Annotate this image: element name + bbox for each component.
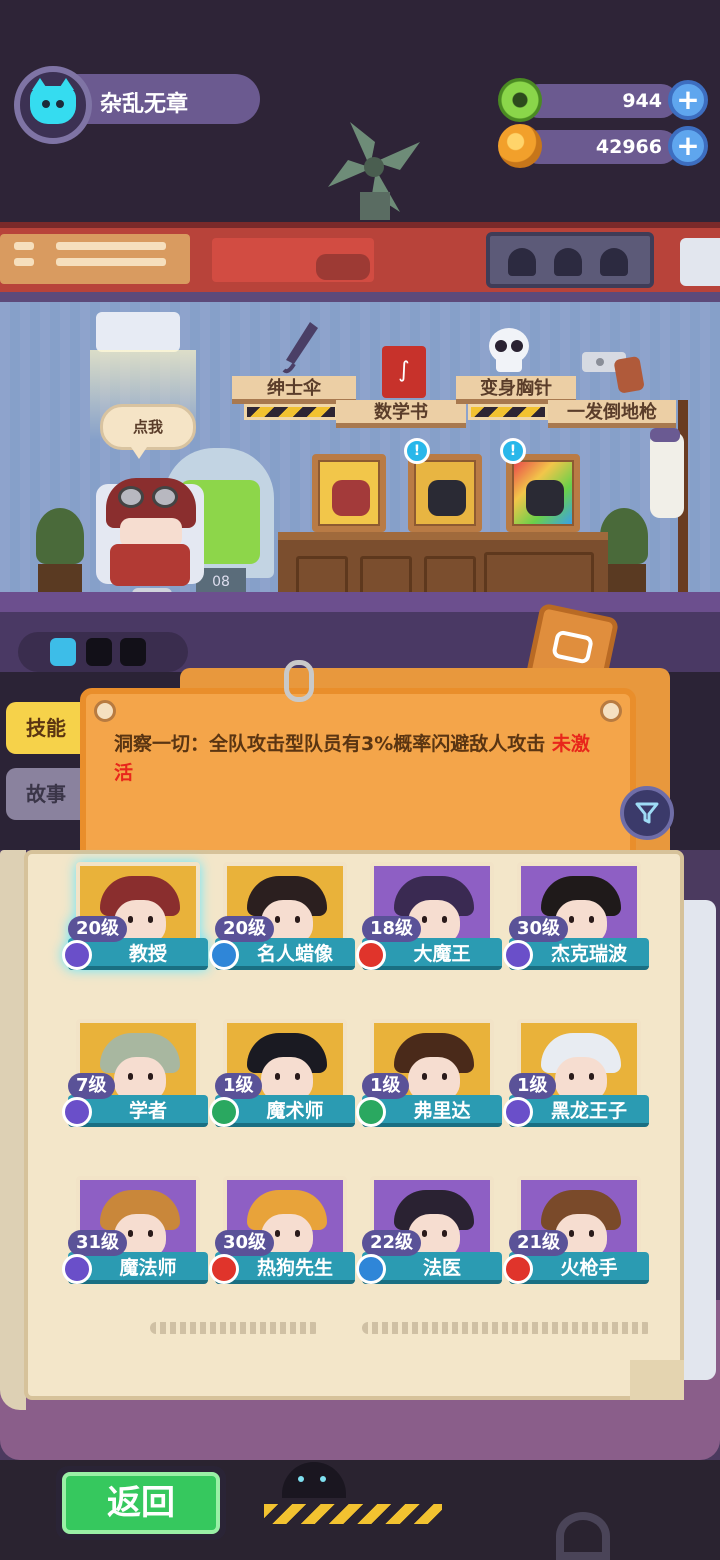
cyan-cat-icon[interactable] xyxy=(14,66,92,144)
filter-button[interactable] xyxy=(620,786,674,840)
tab-story[interactable]: 故事 xyxy=(6,768,90,820)
orange-planet-icon xyxy=(498,124,542,168)
hero-card[interactable]: 学者 7级 xyxy=(62,1019,208,1147)
purple-shield-icon xyxy=(503,1097,533,1127)
gear-icon xyxy=(556,1512,610,1560)
pin-icon xyxy=(94,700,116,722)
portrait-frame-1[interactable] xyxy=(312,454,386,532)
blurred-text xyxy=(362,1322,652,1334)
purple-hex-icon xyxy=(62,940,92,970)
hero-level: 18级 xyxy=(362,916,422,942)
projector-icon xyxy=(96,312,180,352)
hero-level: 1级 xyxy=(362,1073,409,1099)
hero-level: 1级 xyxy=(215,1073,262,1099)
add-coin-button[interactable]: + xyxy=(668,126,708,166)
back-button-label: 返回 xyxy=(62,1472,220,1534)
skull-icon xyxy=(489,328,529,372)
hero-level: 30级 xyxy=(509,916,569,942)
gem-count: 944 xyxy=(622,90,662,112)
page-fold xyxy=(630,1360,684,1400)
red-shield-icon xyxy=(209,1254,239,1284)
hero-card[interactable]: 热狗先生 30级 xyxy=(209,1176,355,1304)
portrait-frame-3[interactable] xyxy=(506,454,580,532)
hero-level: 20级 xyxy=(68,916,128,942)
pistol-icon xyxy=(582,352,644,393)
hero-level: 20级 xyxy=(215,916,275,942)
back-button[interactable]: 返回 xyxy=(56,1466,226,1540)
hero-card[interactable]: 杰克瑞波 30级 xyxy=(503,862,649,990)
currency-gem: 944 + xyxy=(498,78,708,122)
speaker-grille xyxy=(316,254,370,280)
pin-icon xyxy=(600,700,622,722)
hazard-stripe xyxy=(468,404,548,420)
book-edge xyxy=(684,900,716,1380)
coin-count: 42966 xyxy=(595,136,662,158)
player-name: 杂乱无章 xyxy=(100,92,189,117)
player-profile[interactable]: 杂乱无章 xyxy=(14,66,260,144)
coat-icon xyxy=(650,432,684,518)
blue-shield-icon xyxy=(209,940,239,970)
hero-card[interactable]: 魔术师 1级 xyxy=(209,1019,355,1147)
scissors-panel xyxy=(680,238,720,286)
energy-cell-icon xyxy=(50,638,76,666)
umbrella-icon xyxy=(282,322,318,374)
book-icon: ∫ xyxy=(382,346,426,398)
hero-card[interactable]: 教授 20级 xyxy=(62,862,208,990)
new-badge-icon: ! xyxy=(500,438,526,464)
purple-hex-icon xyxy=(62,1254,92,1284)
hero-level: 1级 xyxy=(509,1073,556,1099)
hero-card[interactable]: 大魔王 18级 xyxy=(356,862,502,990)
green-hex-icon xyxy=(209,1097,239,1127)
filter-icon xyxy=(635,802,659,824)
plant-left-icon xyxy=(30,508,90,592)
hero-card[interactable]: 弗里达 1级 xyxy=(356,1019,502,1147)
new-badge-icon: ! xyxy=(404,438,430,464)
item-label-pistol[interactable]: 一发倒地枪 xyxy=(548,400,676,428)
add-gem-button[interactable]: + xyxy=(668,80,708,120)
item-label-book[interactable]: 数学书 xyxy=(336,400,466,428)
red-shield-icon xyxy=(356,940,386,970)
hero-card[interactable]: 法医 22级 xyxy=(356,1176,502,1304)
hero-level: 7级 xyxy=(68,1073,115,1099)
skill-text: 洞察一切：全队攻击型队员有3%概率闪避敌人攻击 xyxy=(114,733,546,755)
hazard-stripe xyxy=(244,404,338,420)
book-spine xyxy=(0,850,26,1410)
vent-panel xyxy=(0,234,190,284)
blurred-text xyxy=(150,1322,320,1334)
hero-card[interactable]: 火枪手 21级 xyxy=(503,1176,649,1304)
hero-level: 30级 xyxy=(215,1230,275,1256)
tap-me-bubble[interactable]: 点我 xyxy=(100,404,196,459)
hat-icon xyxy=(650,428,680,442)
hero-level: 22级 xyxy=(362,1230,422,1256)
green-donut-icon xyxy=(498,78,542,122)
roster-grid: 教授 20级 名人蜡像 20级 大魔王 18级 杰克瑞波 30级学者 7级 魔术师 1级 弗里达 1级黑… xyxy=(62,862,656,1288)
energy-slots xyxy=(18,632,188,672)
hero-level: 21级 xyxy=(509,1230,569,1256)
red-hex-icon xyxy=(503,1254,533,1284)
hero-level: 31级 xyxy=(68,1230,128,1256)
skill-description: 洞察一切：全队攻击型队员有3%概率闪避敌人攻击 未激活 xyxy=(114,730,594,788)
purple-hex-icon xyxy=(503,940,533,970)
purple-hex-icon xyxy=(62,1097,92,1127)
energy-cell-empty-icon xyxy=(120,638,146,666)
portrait-frame-2[interactable] xyxy=(408,454,482,532)
tab-skill[interactable]: 技能 xyxy=(6,702,90,754)
hero-card[interactable]: 名人蜡像 20级 xyxy=(209,862,355,990)
blue-hex-icon xyxy=(356,1254,386,1284)
ghost-panel xyxy=(486,232,654,288)
fan-icon xyxy=(328,122,420,220)
hero-card[interactable]: 魔法师 31级 xyxy=(62,1176,208,1304)
energy-cell-empty-icon xyxy=(86,638,112,666)
green-hex-icon xyxy=(356,1097,386,1127)
currency-coin: 42966 + xyxy=(498,124,708,168)
hero-card[interactable]: 黑龙王子 1级 xyxy=(503,1019,649,1147)
paperclip-icon xyxy=(284,660,314,702)
hazard-stripe xyxy=(264,1504,442,1524)
